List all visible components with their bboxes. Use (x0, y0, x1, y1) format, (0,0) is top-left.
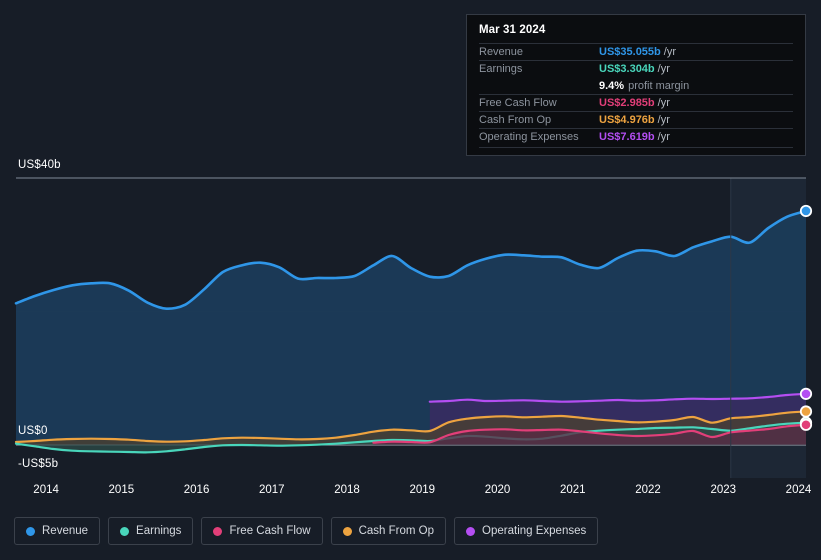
tooltip-row: Cash From Op US$4.976b/yr (479, 111, 793, 128)
tooltip-metric-name: Free Cash Flow (479, 97, 557, 109)
tooltip-metric-value: US$3.304b (599, 63, 655, 75)
legend-item-revenue[interactable]: Revenue (14, 517, 101, 545)
tooltip-profit-margin-label: profit margin (628, 79, 690, 92)
legend-item-cash-from-op[interactable]: Cash From Op (330, 517, 447, 545)
y-axis-label-top: US$40b (18, 159, 61, 171)
legend-label: Free Cash Flow (229, 525, 311, 537)
x-axis-tick-2024: 2024 (785, 484, 812, 496)
tooltip-metric-unit: /yr (657, 97, 670, 109)
tooltip-metric-unit: /yr (657, 131, 670, 143)
x-axis-tick-2014: 2014 (33, 484, 59, 496)
x-axis-tick-2019: 2019 (409, 484, 436, 496)
legend-item-operating-expenses[interactable]: Operating Expenses (454, 517, 599, 545)
tooltip-metric-value: US$2.985b (599, 97, 655, 109)
legend-color-dot-icon (213, 526, 223, 536)
tooltip-metric-name: Operating Expenses (479, 131, 579, 143)
tooltip-row: Free Cash Flow US$2.985b/yr (479, 94, 793, 111)
x-axis-tick-2016: 2016 (183, 484, 210, 496)
tooltip-row: Earnings US$3.304b/yr (479, 60, 793, 77)
legend-color-dot-icon (342, 526, 352, 536)
tooltip-metric-unit: /yr (663, 46, 676, 58)
tooltip-metric-name: Cash From Op (479, 114, 552, 126)
tooltip-metric-unit: /yr (657, 114, 670, 126)
tooltip-metric-unit: /yr (657, 63, 670, 75)
legend-label: Revenue (42, 525, 89, 537)
tooltip-row: Revenue US$35.055b/yr (479, 43, 793, 60)
tooltip-metric-value: US$4.976b (599, 114, 655, 126)
tooltip-metric-value: US$7.619b (599, 131, 655, 143)
legend-item-free-cash-flow[interactable]: Free Cash Flow (201, 517, 323, 545)
x-axis-tick-2015: 2015 (108, 484, 135, 496)
x-axis-tick-2018: 2018 (334, 484, 360, 496)
chart-legend: Revenue Earnings Free Cash Flow Cash From O… (14, 517, 599, 545)
x-axis-tick-2023: 2023 (710, 484, 737, 496)
legend-color-dot-icon (120, 526, 130, 536)
legend-item-earnings[interactable]: Earnings (108, 517, 194, 545)
legend-color-dot-icon (26, 526, 35, 536)
chart-tooltip: Mar 31 2024 Revenue US$35.055b/yr Earnings… (466, 14, 806, 156)
tooltip-metric-value: US$35.055b (599, 46, 661, 58)
x-axis-tick-2017: 2017 (259, 484, 285, 496)
x-axis-tick-2021: 2021 (559, 484, 586, 496)
x-axis-tick-2020: 2020 (484, 484, 511, 496)
legend-label: Operating Expenses (482, 525, 587, 537)
tooltip-date: Mar 31 2024 (479, 24, 546, 36)
x-axis-tick-2022: 2022 (635, 484, 661, 496)
y-axis-label-zero: US$0 (18, 425, 48, 437)
y-axis-label-bottom: -US$5b (18, 458, 59, 470)
tooltip-metric-name: Revenue (479, 46, 524, 58)
tooltip-profit-margin-row: 9.4% profit margin (479, 77, 793, 94)
tooltip-rows: Revenue US$35.055b/yr Earnings US$3.304b/yr… (479, 43, 793, 148)
tooltip-bottom-rule (479, 147, 793, 148)
legend-label: Cash From Op (358, 525, 435, 537)
legend-label: Earnings (136, 525, 182, 537)
tooltip-profit-margin-value: 9.4% (599, 79, 625, 92)
tooltip-row: Operating Expenses US$7.619b/yr (479, 128, 793, 145)
tooltip-metric-name: Earnings (479, 63, 523, 75)
legend-color-dot-icon (466, 526, 476, 536)
